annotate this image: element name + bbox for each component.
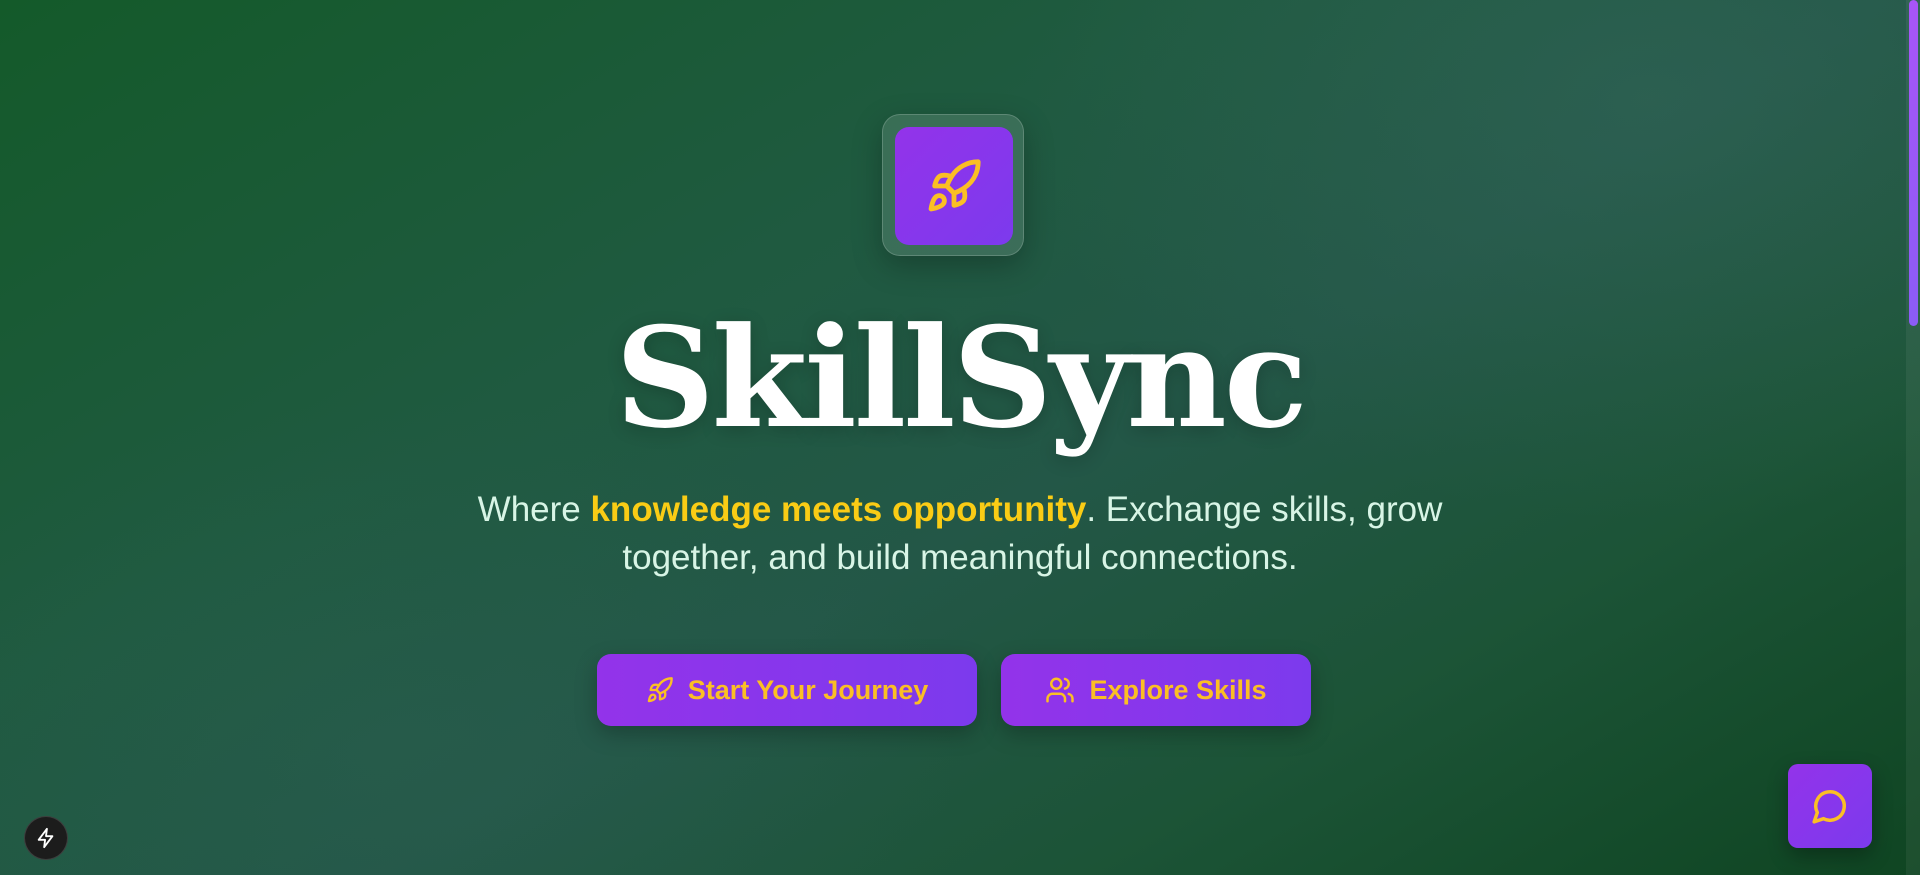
lightning-bolt-icon xyxy=(37,827,54,849)
users-icon xyxy=(1045,675,1075,705)
scrollbar-thumb[interactable] xyxy=(1909,0,1918,326)
rocket-icon xyxy=(646,676,674,704)
scrollbar[interactable] xyxy=(1906,0,1920,875)
hero-subtitle: Where knowledge meets opportunity. Excha… xyxy=(420,486,1500,582)
start-journey-label: Start Your Journey xyxy=(687,674,929,705)
explore-skills-label: Explore Skills xyxy=(1089,674,1267,705)
chat-button[interactable] xyxy=(1788,764,1872,848)
subtitle-highlight: knowledge meets opportunity xyxy=(590,490,1087,529)
logo-badge xyxy=(895,127,1013,245)
rocket-icon xyxy=(928,159,981,212)
chat-bubble-icon xyxy=(1812,790,1846,824)
explore-skills-button[interactable]: Explore Skills xyxy=(1001,654,1311,726)
bolt-button[interactable] xyxy=(24,816,68,860)
start-journey-button[interactable]: Start Your Journey xyxy=(597,654,977,726)
subtitle-prefix: Where xyxy=(477,490,591,529)
page-title: SkillSync xyxy=(615,296,1308,459)
hero-section: SkillSync Where knowledge meets opportun… xyxy=(0,0,1920,875)
logo-frame xyxy=(882,114,1024,256)
